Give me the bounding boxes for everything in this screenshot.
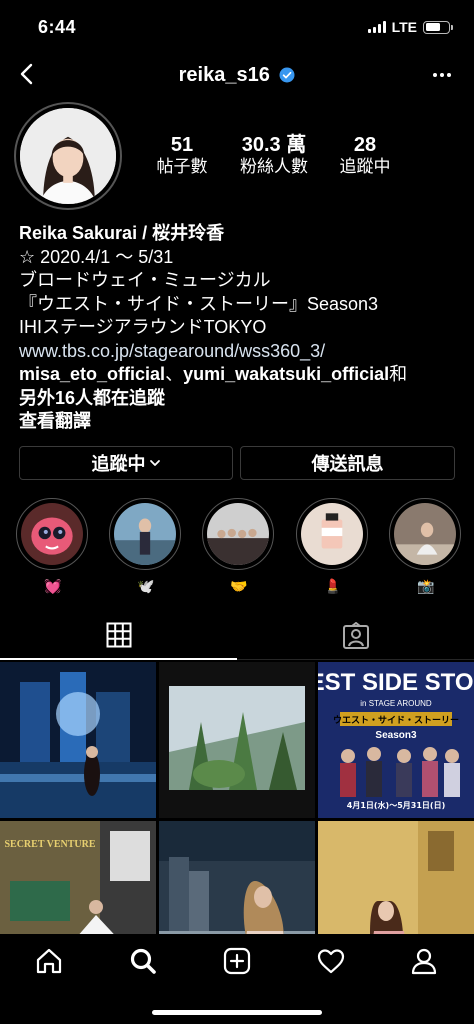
profile-stats: 51 帖子數 30.3 萬 粉絲人數 28 追蹤中 xyxy=(140,134,460,178)
highlight-cover xyxy=(394,503,456,565)
followed-by[interactable]: misa_eto_official、yumi_wakatsuki_officia… xyxy=(19,363,459,387)
grid-icon xyxy=(106,622,131,648)
followed-by-user[interactable]: yumi_wakatsuki_official xyxy=(183,364,389,384)
message-button-label: 傳送訊息 xyxy=(311,454,384,474)
signal-icon xyxy=(367,21,386,33)
heart-icon[interactable] xyxy=(316,946,346,976)
chevron-down-icon xyxy=(149,460,160,466)
following-button[interactable]: 追蹤中 xyxy=(19,446,233,480)
poster-title: WEST SIDE STORY xyxy=(318,669,474,696)
profile-tabs xyxy=(0,612,474,660)
avatar-photo xyxy=(20,108,116,204)
bio-link[interactable]: www.tbs.co.jp/stagearound/wss360_3/ xyxy=(19,340,459,364)
followed-by-user[interactable]: misa_eto_official xyxy=(19,364,165,384)
bio-line: ☆ 2020.4/1 ～ 5/31 xyxy=(19,246,174,267)
username-text: reika_s16 xyxy=(178,64,270,86)
stat-followers-label: 粉絲人數 xyxy=(240,157,308,176)
poster-dates: 4月1日(水)～5月31日(日) xyxy=(347,800,445,810)
avatar xyxy=(20,108,116,204)
highlight-caption: 🤝 xyxy=(230,578,248,594)
status-time: 6:44 xyxy=(38,17,77,37)
stat-followers-value: 30.3 萬 xyxy=(241,134,307,156)
post-thumbnail[interactable]: WEST SIDE STORY in STAGE AROUND ウエスト・サイド… xyxy=(318,662,474,818)
network-label: LTE xyxy=(391,19,417,35)
following-button-label: 追蹤中 xyxy=(91,454,146,474)
stat-posts-label: 帖子數 xyxy=(156,157,208,176)
battery-icon xyxy=(423,20,453,34)
highlight-cover xyxy=(301,503,363,565)
bio-line: ブロードウェイ・ミュージカル xyxy=(19,270,271,290)
followed-by-sep: 、 xyxy=(165,364,184,384)
search-icon[interactable] xyxy=(128,946,158,976)
post-thumbnail[interactable]: SECRET VENTURE xyxy=(0,821,156,934)
story-highlight[interactable]: 📸 xyxy=(389,498,463,596)
more-options-icon[interactable] xyxy=(430,63,454,87)
followed-by-and: 和 xyxy=(389,364,408,384)
profile-avatar[interactable] xyxy=(14,102,122,210)
stat-posts[interactable]: 51 帖子數 xyxy=(140,134,224,178)
post-thumbnail[interactable] xyxy=(0,662,156,818)
stat-posts-value: 51 xyxy=(170,134,194,156)
stat-following-label: 追蹤中 xyxy=(339,157,391,176)
story-highlight[interactable]: 🤝 xyxy=(202,498,276,596)
bio-line: 『ウエスト・サイド・ストーリー』Season3 xyxy=(19,293,379,314)
highlight-caption: 💄 xyxy=(324,578,342,594)
status-bar: 6:44 LTE xyxy=(0,0,474,52)
profile-name: Reika Sakurai / 桜井玲香 xyxy=(19,223,225,243)
followed-by-more[interactable]: 另外16人都在追蹤 xyxy=(19,388,165,408)
story-highlight[interactable]: 💄 xyxy=(296,498,370,596)
highlight-caption: 📸 xyxy=(417,578,435,594)
story-highlight[interactable]: 💓 xyxy=(16,498,90,596)
home-icon[interactable] xyxy=(34,946,64,976)
highlight-caption: 💓 xyxy=(44,578,62,594)
profile-icon[interactable] xyxy=(409,946,439,976)
highlight-cover xyxy=(114,503,176,565)
highlight-caption: 🕊️ xyxy=(137,578,155,594)
message-button[interactable]: 傳送訊息 xyxy=(240,446,455,480)
tab-grid[interactable] xyxy=(0,612,237,660)
status-right: LTE xyxy=(367,19,453,35)
highlight-cover xyxy=(207,503,269,565)
poster-jp-title: ウエスト・サイド・ストーリー xyxy=(333,715,459,726)
poster-season: Season3 xyxy=(375,730,417,741)
home-indicator xyxy=(152,1010,322,1015)
highlight-cover xyxy=(21,503,83,565)
profile-nav-bar: reika_s16 xyxy=(0,52,474,98)
bottom-tab-bar xyxy=(0,934,474,1024)
tagged-person-icon xyxy=(342,622,369,649)
stat-following-value: 28 xyxy=(353,134,377,156)
bio-line: IHIステージアラウンドTOKYO xyxy=(19,317,267,337)
post-thumbnail[interactable] xyxy=(159,662,315,818)
story-highlight[interactable]: 🕊️ xyxy=(109,498,183,596)
stat-followers[interactable]: 30.3 萬 粉絲人數 xyxy=(224,134,324,178)
stat-following[interactable]: 28 追蹤中 xyxy=(324,134,406,178)
post-thumbnail[interactable] xyxy=(159,821,315,934)
new-post-icon[interactable] xyxy=(222,946,252,976)
header-username: reika_s16 xyxy=(0,64,474,87)
post-grid: WEST SIDE STORY in STAGE AROUND ウエスト・サイド… xyxy=(0,662,474,934)
poster-subtitle: in STAGE AROUND xyxy=(360,699,432,708)
poster-secret: SECRET VENTURE xyxy=(4,839,95,850)
profile-bio: Reika Sakurai / 桜井玲香 ☆ 2020.4/1 ～ 5/31 ブ… xyxy=(19,222,459,434)
verified-badge-icon xyxy=(279,67,295,83)
tab-tagged[interactable] xyxy=(237,612,474,660)
post-thumbnail[interactable] xyxy=(318,821,474,934)
see-translation-link[interactable]: 查看翻譯 xyxy=(19,411,91,431)
